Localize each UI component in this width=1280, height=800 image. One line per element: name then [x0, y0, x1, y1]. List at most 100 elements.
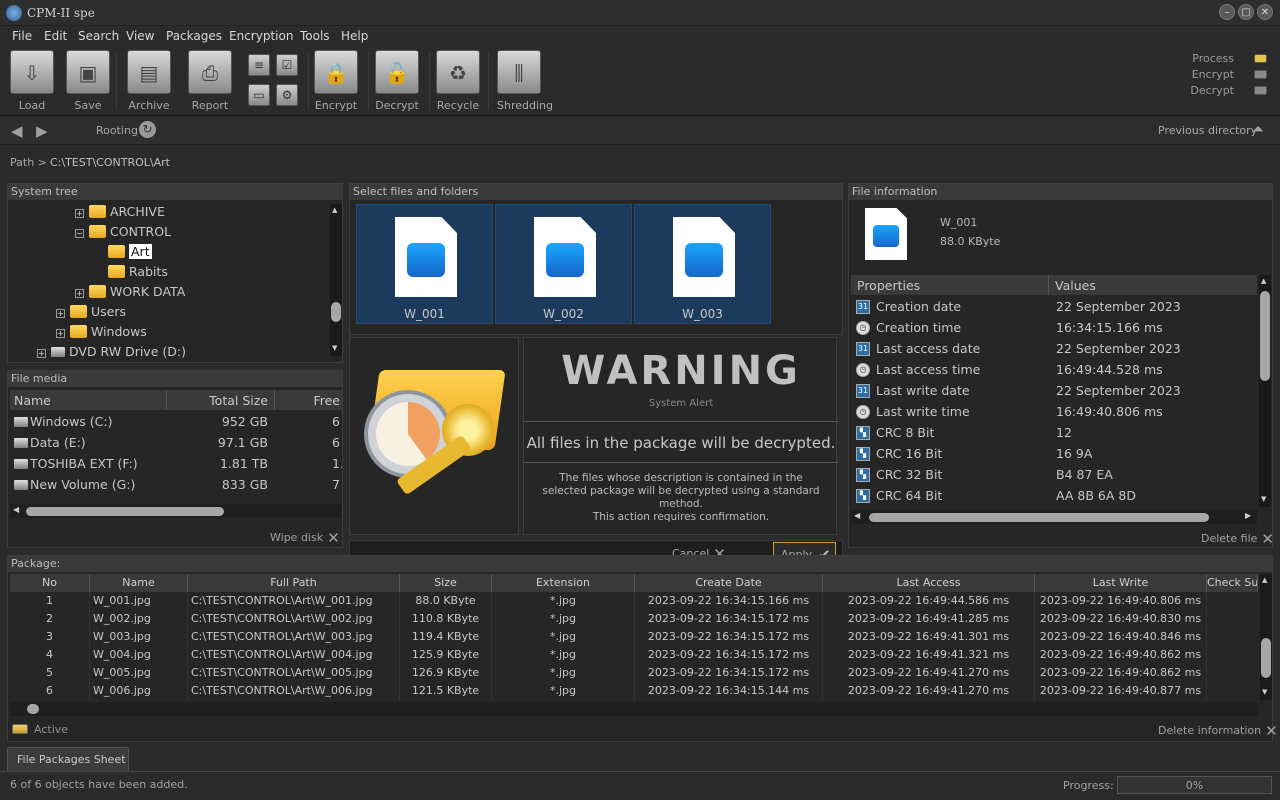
column-size[interactable]: Size — [400, 574, 492, 592]
shredding-button[interactable]: ⫼ Shredding — [497, 50, 553, 114]
scroll-down-icon[interactable]: ▼ — [332, 344, 337, 352]
property-row[interactable]: ◷ Last write time 16:49:40.806 ms — [851, 402, 1257, 423]
property-row[interactable]: ◷ Creation time 16:34:15.166 ms — [851, 318, 1257, 339]
grid-hscrollbar[interactable] — [10, 702, 1258, 716]
load-button[interactable]: ⇩ Load — [10, 50, 54, 114]
column-total-size[interactable]: Total Size — [166, 393, 268, 408]
table-row[interactable]: 1 W_001.jpg C:\TEST\CONTROL\Art\W_001.jpg 8… — [10, 592, 1258, 610]
expand-icon[interactable]: + — [56, 309, 65, 318]
column-name[interactable]: Name — [90, 574, 188, 592]
property-row[interactable]: ▚ CRC 16 Bit 16 9A — [851, 444, 1257, 465]
forward-arrow-icon[interactable]: ▶ — [36, 122, 48, 140]
tree-node[interactable]: + Users — [8, 304, 328, 324]
tree-scrollbar[interactable]: ▲ ▼ — [330, 204, 342, 356]
column-no[interactable]: No — [10, 574, 90, 592]
refresh-icon[interactable]: ↻ — [139, 121, 156, 138]
previous-directory-label[interactable]: Previous directory — [1158, 124, 1257, 137]
column-free[interactable]: Free — [274, 393, 340, 408]
file-tile[interactable]: W_001 — [356, 204, 493, 324]
tree-node[interactable]: + Windows — [8, 324, 328, 344]
scroll-left-icon[interactable]: ◀ — [854, 511, 860, 520]
column-full-path[interactable]: Full Path — [188, 574, 400, 592]
property-row[interactable]: ▚ CRC 64 Bit AA 8B 6A 8D — [851, 486, 1257, 507]
menu-view[interactable]: View — [126, 29, 154, 43]
column-name[interactable]: Name — [14, 393, 51, 408]
expand-icon[interactable]: + — [56, 329, 65, 338]
gear-icon[interactable]: ⚙ — [276, 84, 298, 106]
column-extension[interactable]: Extension — [492, 574, 635, 592]
menu-search[interactable]: Search — [78, 29, 119, 43]
expand-icon[interactable]: + — [37, 349, 46, 358]
media-hscrollbar[interactable]: ◀ — [10, 504, 342, 518]
tab-file-packages-sheet[interactable]: File Packages Sheet — [7, 747, 129, 771]
grid-scrollbar[interactable]: ▲ ▼ — [1260, 574, 1272, 700]
report-button[interactable]: ⎙ Report — [188, 50, 232, 114]
property-row[interactable]: ▚ CRC 8 Bit 12 — [851, 423, 1257, 444]
drive-row[interactable]: Windows (C:) 952 GB 6 — [10, 413, 342, 434]
recycle-button[interactable]: ♻ Recycle — [436, 50, 480, 114]
column-create-date[interactable]: Create Date — [635, 574, 823, 592]
property-row[interactable]: ◷ Last access time 16:49:44.528 ms — [851, 360, 1257, 381]
property-row[interactable]: 31 Creation date 22 September 2023 — [851, 297, 1257, 318]
tree-node[interactable]: + ARCHIVE — [8, 204, 328, 224]
property-row[interactable]: 31 Last access date 22 September 2023 — [851, 339, 1257, 360]
column-check-sum[interactable]: Check Sum — [1207, 574, 1258, 592]
props-hscrollbar[interactable]: ◀ ▶ — [851, 510, 1257, 524]
close-button[interactable]: ✕ — [1257, 4, 1273, 20]
drive-row[interactable]: New Volume (G:) 833 GB 7 — [10, 476, 342, 497]
list-icon[interactable]: ≡ — [248, 54, 270, 76]
column-last-access[interactable]: Last Access — [823, 574, 1035, 592]
rooting-label[interactable]: Rooting — [96, 124, 138, 137]
column-values[interactable]: Values — [1055, 278, 1096, 293]
scroll-down-icon[interactable]: ▼ — [1261, 495, 1266, 503]
property-row[interactable]: 31 Last write date 22 September 2023 — [851, 381, 1257, 402]
file-tile[interactable]: W_003 — [634, 204, 771, 324]
collapse-icon[interactable]: − — [75, 229, 84, 238]
scroll-right-icon[interactable]: ▶ — [1245, 511, 1251, 520]
grid-scroll-thumb[interactable] — [1261, 638, 1271, 678]
menu-edit[interactable]: Edit — [44, 29, 67, 43]
tree-node[interactable]: Rabits — [8, 264, 328, 284]
props-scrollbar[interactable]: ▲ ▼ — [1259, 275, 1271, 507]
column-properties[interactable]: Properties — [857, 278, 920, 293]
scroll-down-icon[interactable]: ▼ — [1262, 688, 1267, 696]
menu-encryption[interactable]: Encryption — [229, 29, 293, 43]
delete-information-button[interactable]: Delete information ✕ — [1158, 722, 1278, 740]
wipe-disk-button[interactable]: Wipe disk ✕ — [270, 529, 340, 547]
menu-tools[interactable]: Tools — [300, 29, 330, 43]
scroll-up-icon[interactable]: ▲ — [1262, 576, 1267, 584]
scroll-up-icon[interactable]: ▲ — [1261, 277, 1266, 285]
props-scroll-thumb-h[interactable] — [869, 513, 1209, 522]
back-arrow-icon[interactable]: ◀ — [11, 122, 23, 140]
scroll-up-icon[interactable]: ▲ — [332, 206, 337, 214]
props-scroll-thumb[interactable] — [1260, 291, 1270, 381]
file-tile[interactable]: W_002 — [495, 204, 632, 324]
minimize-button[interactable]: – — [1219, 4, 1235, 20]
delete-file-button[interactable]: Delete file ✕ — [1201, 530, 1274, 548]
checklist-icon[interactable]: ☑ — [276, 54, 298, 76]
drive-row[interactable]: Data (E:) 97.1 GB 6 — [10, 434, 342, 455]
save-button[interactable]: ▣ Save — [66, 50, 110, 114]
path-value[interactable]: C:\TEST\CONTROL\Art — [50, 156, 170, 169]
property-row[interactable]: ▚ CRC 32 Bit B4 87 EA — [851, 465, 1257, 486]
menu-packages[interactable]: Packages — [166, 29, 222, 43]
menu-help[interactable]: Help — [341, 29, 368, 43]
table-row[interactable]: 5 W_005.jpg C:\TEST\CONTROL\Art\W_005.jpg 1… — [10, 664, 1258, 682]
decrypt-button[interactable]: 🔓 Decrypt — [375, 50, 419, 114]
scroll-left-icon[interactable]: ◀ — [13, 505, 19, 514]
archive-button[interactable]: ▤ Archive — [127, 50, 171, 114]
grid-scroll-thumb-h[interactable] — [27, 704, 39, 714]
drive-row[interactable]: TOSHIBA EXT (F:) 1.81 TB 1. — [10, 455, 342, 476]
column-last-write[interactable]: Last Write — [1035, 574, 1207, 592]
expand-icon[interactable]: + — [75, 209, 84, 218]
maximize-button[interactable]: □ — [1238, 4, 1254, 20]
tree-node[interactable]: + DVD RW Drive (D:) — [8, 344, 328, 364]
document-icon[interactable]: ▭ — [248, 84, 270, 106]
tree-node[interactable]: − CONTROL — [8, 224, 328, 244]
encrypt-button[interactable]: 🔒 Encrypt — [314, 50, 358, 114]
expand-icon[interactable]: + — [75, 289, 84, 298]
chevron-up-icon[interactable]: ⏶ — [1252, 120, 1264, 138]
menu-file[interactable]: File — [12, 29, 32, 43]
media-scroll-thumb[interactable] — [26, 507, 224, 516]
table-row[interactable]: 3 W_003.jpg C:\TEST\CONTROL\Art\W_003.jpg 1… — [10, 628, 1258, 646]
